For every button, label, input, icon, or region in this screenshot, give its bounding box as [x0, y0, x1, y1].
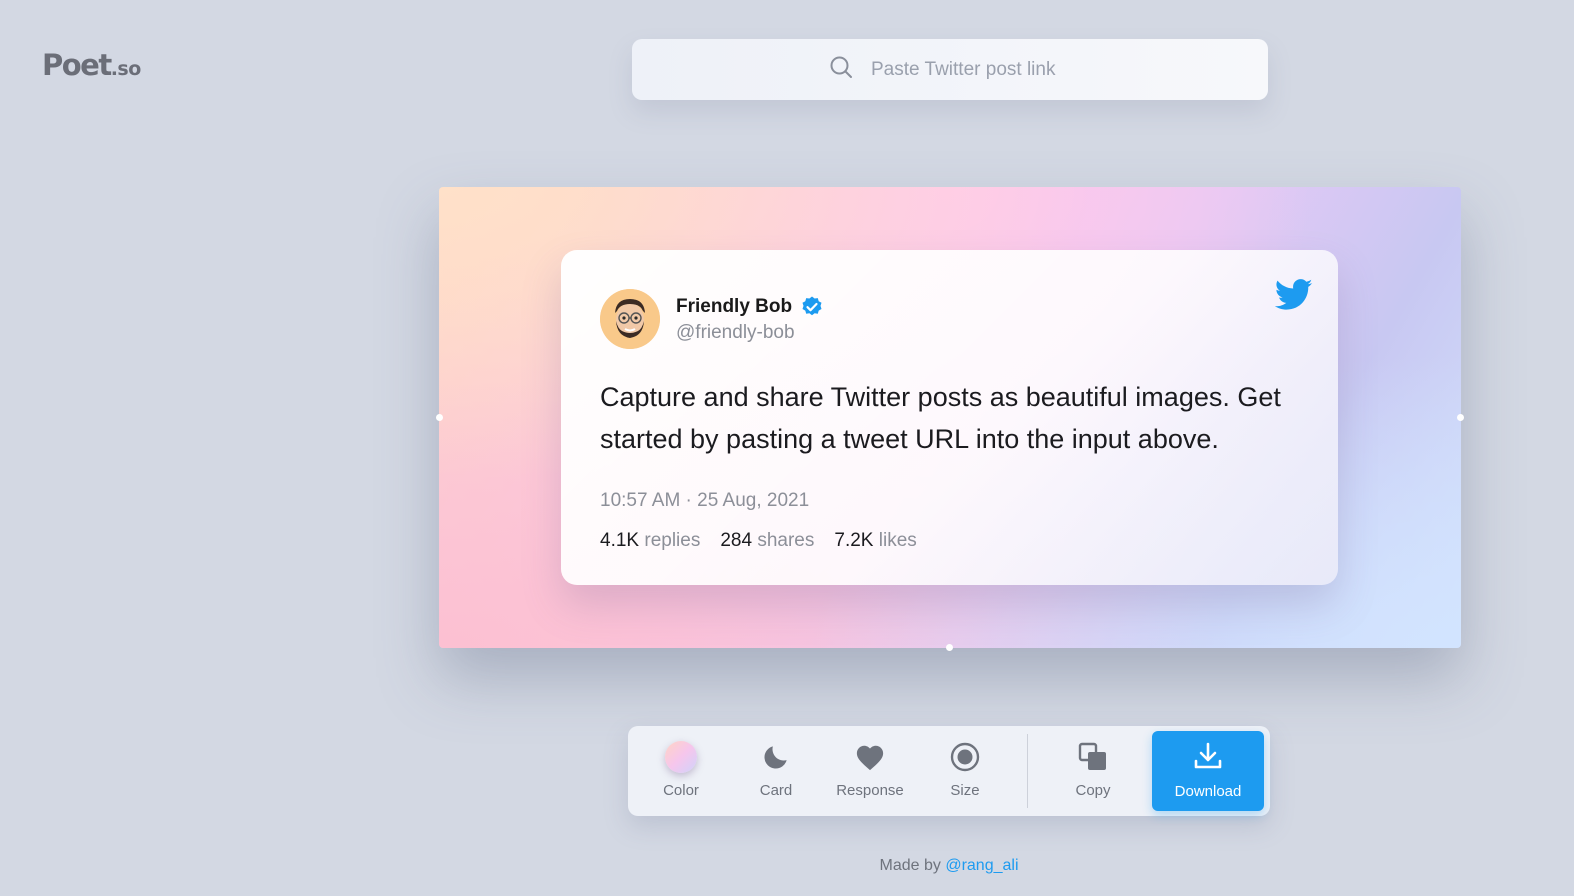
toolbar-divider	[1027, 734, 1028, 808]
tweet-card: Friendly Bob @friendly-bob Capture and s…	[561, 250, 1338, 585]
response-button[interactable]: Response	[825, 726, 915, 816]
moon-icon	[761, 740, 791, 774]
copy-icon	[1078, 740, 1108, 774]
logo-main: Poet	[42, 48, 112, 82]
radio-circle-icon	[950, 740, 980, 774]
shares-stat: 284 shares	[720, 530, 814, 552]
likes-count: 7.2K	[834, 530, 874, 551]
response-label: Response	[836, 782, 904, 799]
tweet-timestamp: 10:57 AM · 25 Aug, 2021	[600, 490, 810, 511]
logo-suffix: .so	[110, 58, 142, 80]
author-handle: @friendly-bob	[676, 322, 795, 343]
likes-stat: 7.2K likes	[834, 530, 916, 552]
card-button[interactable]: Card	[731, 726, 821, 816]
shares-label: shares	[757, 530, 815, 551]
search-icon	[829, 55, 853, 84]
resize-handle-right[interactable]	[1457, 414, 1464, 421]
author-name: Friendly Bob	[676, 295, 824, 319]
resize-handle-bottom[interactable]	[946, 644, 953, 651]
verified-badge-icon	[800, 295, 824, 319]
download-icon	[1193, 741, 1223, 776]
download-button[interactable]: Download	[1152, 731, 1264, 811]
resize-handle-left[interactable]	[436, 414, 443, 421]
tweet-text: Capture and share Twitter posts as beaut…	[600, 382, 1281, 454]
replies-stat: 4.1K replies	[600, 530, 700, 552]
color-label: Color	[663, 782, 699, 799]
search-bar[interactable]	[632, 39, 1268, 100]
shares-count: 284	[720, 530, 753, 551]
tweet-stats: 4.1K replies 284 shares 7.2K likes	[600, 530, 917, 552]
color-swatch-icon	[665, 741, 697, 773]
toolbar: Color Card Response Size Copy Download	[628, 726, 1270, 816]
card-label: Card	[759, 782, 793, 799]
tweet-canvas: Friendly Bob @friendly-bob Capture and s…	[436, 187, 1464, 651]
replies-count: 4.1K	[600, 530, 640, 551]
replies-label: replies	[644, 530, 701, 551]
size-label: Size	[950, 782, 980, 799]
avatar	[600, 289, 660, 349]
copy-button[interactable]: Copy	[1048, 726, 1138, 816]
likes-label: likes	[878, 530, 917, 551]
copy-label: Copy	[1075, 782, 1111, 799]
heart-icon	[855, 740, 885, 774]
footer-author-link[interactable]: @rang_ali	[945, 857, 1018, 874]
search-input[interactable]	[871, 58, 1221, 81]
logo[interactable]: Poet.so	[42, 48, 141, 82]
footer: Made by @rang_ali	[0, 857, 1574, 875]
color-button[interactable]: Color	[636, 726, 726, 816]
author-name-text: Friendly Bob	[676, 296, 793, 317]
download-label: Download	[1174, 783, 1242, 800]
size-button[interactable]: Size	[920, 726, 1010, 816]
footer-prefix: Made by	[879, 857, 941, 874]
twitter-bird-icon	[1274, 278, 1313, 312]
